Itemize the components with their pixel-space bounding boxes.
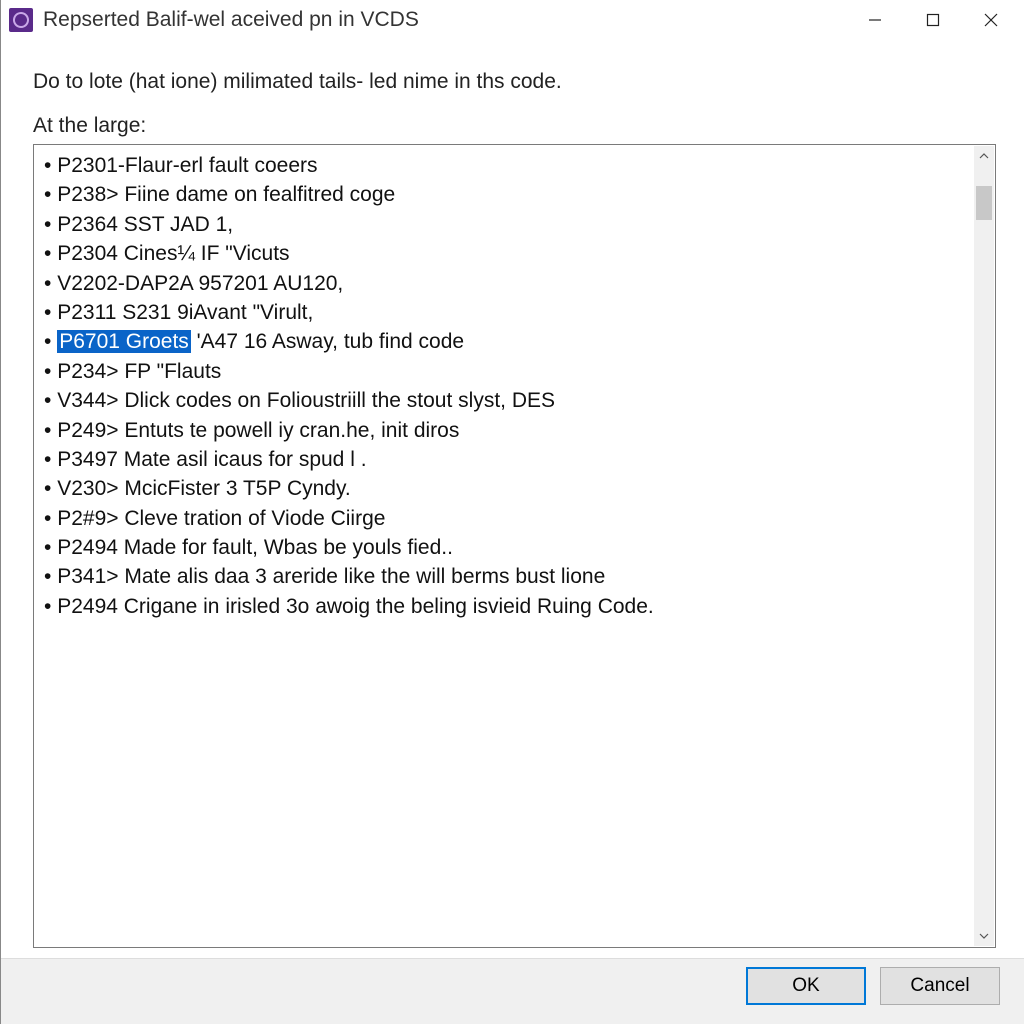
cancel-button[interactable]: Cancel <box>880 967 1000 1005</box>
chevron-up-icon <box>979 153 989 159</box>
window-title: Repserted Balif-wel aceived pn in VCDS <box>43 8 846 32</box>
list-label: At the large: <box>33 114 996 138</box>
intro-text: Do to lote (hat ione) milimated tails- l… <box>33 70 996 94</box>
app-icon <box>9 8 33 32</box>
list-item[interactable]: • P2#9> Cleve tration of Viode Ciirge <box>44 504 963 533</box>
dialog-window: Repserted Balif-wel aceived pn in VCDS D… <box>0 0 1024 1024</box>
list-item[interactable]: • P2311 S231 9iAvant "Virult, <box>44 298 963 327</box>
close-button[interactable] <box>962 1 1020 39</box>
list-item[interactable]: • P2494 Crigane in irisled 3o awoig the … <box>44 592 963 621</box>
dialog-content: Do to lote (hat ione) milimated tails- l… <box>1 40 1024 958</box>
chevron-down-icon <box>979 933 989 939</box>
listbox-inner: • P2301-Flaur-erl fault coeers • P238> F… <box>34 145 973 947</box>
list-item[interactable]: • P341> Mate alis daa 3 areride like the… <box>44 562 963 591</box>
list-item[interactable]: • P2494 Made for fault, Wbas be youls fi… <box>44 533 963 562</box>
list-item[interactable]: • V344> Dlick codes on Folioustriill the… <box>44 386 963 415</box>
scroll-down-button[interactable] <box>974 926 994 946</box>
list-item-selected[interactable]: • P6701 Groets 'A47 16 Asway, tub find c… <box>44 327 963 356</box>
list-item[interactable]: • P2304 Cines¼ IF "Vicuts <box>44 239 963 268</box>
scroll-track[interactable] <box>974 166 994 926</box>
window-controls <box>846 1 1020 39</box>
maximize-icon <box>926 13 940 27</box>
minimize-icon <box>868 13 882 27</box>
maximize-button[interactable] <box>904 1 962 39</box>
list-item[interactable]: • P238> Fiine dame on fealfitred coge <box>44 180 963 209</box>
list-item[interactable]: • V2202-DAP2A 957201 AU120, <box>44 269 963 298</box>
listbox[interactable]: • P2301-Flaur-erl fault coeers • P238> F… <box>33 144 996 948</box>
list-item[interactable]: • V230> McicFister 3 T5P Cyndy. <box>44 474 963 503</box>
list-item[interactable]: • P2301-Flaur-erl fault coeers <box>44 151 963 180</box>
minimize-button[interactable] <box>846 1 904 39</box>
close-icon <box>983 12 999 28</box>
list-item[interactable]: • P249> Entuts te powell iy cran.he, ini… <box>44 416 963 445</box>
scrollbar[interactable] <box>974 146 994 946</box>
titlebar: Repserted Balif-wel aceived pn in VCDS <box>1 0 1024 40</box>
scroll-up-button[interactable] <box>974 146 994 166</box>
button-row: OK Cancel <box>1 958 1024 1024</box>
ok-button[interactable]: OK <box>746 967 866 1005</box>
list-item[interactable]: • P3497 Mate asil icaus for spud l . <box>44 445 963 474</box>
scroll-thumb[interactable] <box>976 186 992 220</box>
list-item[interactable]: • P2364 SST JAD 1, <box>44 210 963 239</box>
list-item[interactable]: • P234> FP "Flauts <box>44 357 963 386</box>
